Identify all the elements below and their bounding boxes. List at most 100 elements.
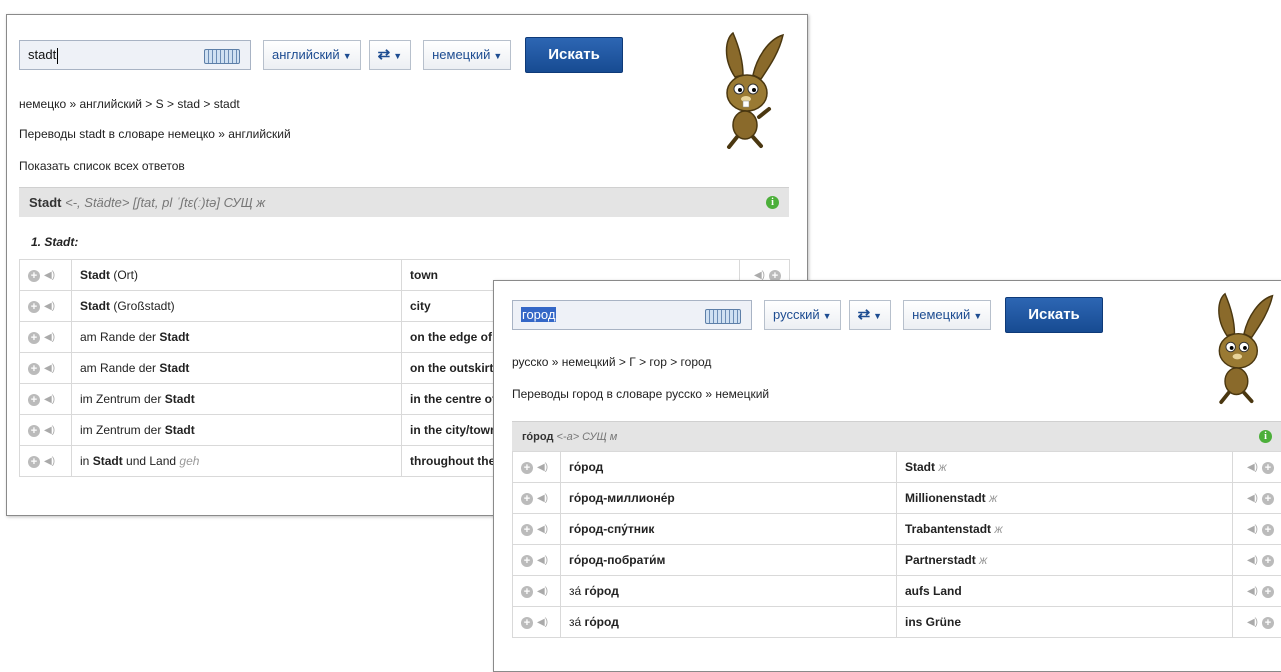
source-phrase[interactable]: Stadt (Großstadt) [72, 291, 402, 322]
swap-arrows-icon: ⇄ [378, 46, 391, 63]
plus-icon[interactable]: + [1262, 617, 1274, 629]
keyboard-icon[interactable] [705, 309, 741, 324]
speaker-icon[interactable]: ◀) [537, 555, 548, 566]
source-headword: го́род [585, 615, 619, 629]
source-phrase[interactable]: за́ го́род [561, 607, 897, 638]
row-actions: + ◀) [513, 576, 561, 607]
target-language-dropdown[interactable]: немецкий▼ [903, 300, 991, 330]
row-actions: + ◀) [20, 353, 72, 384]
keyboard-icon[interactable] [204, 49, 240, 64]
row-actions: + ◀) [20, 415, 72, 446]
source-phrase[interactable]: го́род [561, 452, 897, 483]
plus-icon[interactable]: + [521, 462, 533, 474]
swap-languages-button[interactable]: ⇄▼ [369, 40, 412, 70]
plus-icon[interactable]: + [28, 456, 40, 468]
speaker-icon[interactable]: ◀) [537, 586, 548, 597]
source-suffix: (Ort) [110, 268, 138, 282]
speaker-icon[interactable]: ◀) [1247, 617, 1258, 628]
speaker-icon[interactable]: ◀) [1247, 462, 1258, 473]
plus-icon[interactable]: + [1262, 555, 1274, 567]
entry-headword: Stadt [29, 195, 62, 210]
breadcrumb[interactable]: немецко » английский > S > stad > stadt [19, 97, 240, 111]
source-language-dropdown[interactable]: русский▼ [764, 300, 841, 330]
source-phrase[interactable]: in Stadt und Land geh [72, 446, 402, 477]
gender-label: ж [976, 553, 988, 567]
swap-languages-button[interactable]: ⇄▼ [849, 300, 892, 330]
search-button[interactable]: Искать [525, 37, 623, 73]
target-phrase[interactable]: Millionenstadt ж [897, 483, 1233, 514]
search-input-value[interactable]: город [521, 307, 556, 322]
plus-icon[interactable]: + [521, 586, 533, 598]
plus-icon[interactable]: + [28, 301, 40, 313]
register-label: geh [176, 454, 199, 468]
source-headword: Stadt [165, 392, 195, 406]
speaker-icon[interactable]: ◀) [44, 332, 55, 343]
target-phrase[interactable]: ins Grüne [897, 607, 1233, 638]
target-phrase[interactable]: Partnerstadt ж [897, 545, 1233, 576]
plus-icon[interactable]: + [521, 524, 533, 536]
speaker-icon[interactable]: ◀) [537, 617, 548, 628]
translations-heading: Переводы город в словаре русско » немецк… [512, 387, 769, 401]
speaker-icon[interactable]: ◀) [44, 425, 55, 436]
plus-icon[interactable]: + [1262, 462, 1274, 474]
source-headword: Stadt [93, 454, 123, 468]
speaker-icon[interactable]: ◀) [1247, 586, 1258, 597]
speaker-icon[interactable]: ◀) [537, 524, 548, 535]
source-prefix: im Zentrum der [80, 423, 165, 437]
info-icon[interactable]: i [1259, 430, 1272, 443]
source-phrase[interactable]: am Rande der Stadt [72, 322, 402, 353]
speaker-icon[interactable]: ◀) [1247, 524, 1258, 535]
plus-icon[interactable]: + [28, 394, 40, 406]
target-word: aufs Land [905, 584, 962, 598]
plus-icon[interactable]: + [521, 617, 533, 629]
target-language-dropdown[interactable]: немецкий▼ [423, 40, 511, 70]
target-phrase[interactable]: aufs Land [897, 576, 1233, 607]
plus-icon[interactable]: + [28, 363, 40, 375]
speaker-icon[interactable]: ◀) [44, 270, 55, 281]
source-phrase[interactable]: го́род-спу́тник [561, 514, 897, 545]
speaker-icon[interactable]: ◀) [1247, 555, 1258, 566]
breadcrumb[interactable]: русско » немецкий > Г > гор > город [512, 355, 711, 369]
source-phrase[interactable]: го́род-побрати́м [561, 545, 897, 576]
source-phrase[interactable]: im Zentrum der Stadt [72, 384, 402, 415]
speaker-icon[interactable]: ◀) [537, 493, 548, 504]
plus-icon[interactable]: + [28, 425, 40, 437]
source-phrase[interactable]: im Zentrum der Stadt [72, 415, 402, 446]
info-icon[interactable]: i [766, 196, 779, 209]
target-phrase[interactable]: Trabantenstadt ж [897, 514, 1233, 545]
source-language-dropdown[interactable]: английский▼ [263, 40, 361, 70]
speaker-icon[interactable]: ◀) [1247, 493, 1258, 504]
target-phrase[interactable]: Stadt ж [897, 452, 1233, 483]
speaker-icon[interactable]: ◀) [44, 363, 55, 374]
plus-icon[interactable]: + [28, 332, 40, 344]
plus-icon[interactable]: + [1262, 493, 1274, 505]
search-input[interactable]: город [512, 300, 752, 330]
text-caret [57, 48, 58, 64]
source-phrase[interactable]: Stadt (Ort) [72, 260, 402, 291]
target-language-label: немецкий [432, 47, 490, 62]
speaker-icon[interactable]: ◀) [44, 301, 55, 312]
row-actions: + ◀) [513, 514, 561, 545]
source-phrase[interactable]: am Rande der Stadt [72, 353, 402, 384]
table-row: + ◀) го́род-миллионе́рMillionenstadt ж ◀) + [513, 483, 1281, 514]
chevron-down-icon: ▼ [873, 311, 882, 321]
search-input[interactable]: stadt [19, 40, 251, 70]
source-phrase[interactable]: го́род-миллионе́р [561, 483, 897, 514]
speaker-icon[interactable]: ◀) [44, 456, 55, 467]
plus-icon[interactable]: + [1262, 524, 1274, 536]
source-language-label: английский [272, 47, 340, 62]
speaker-icon[interactable]: ◀) [537, 462, 548, 473]
speaker-icon[interactable]: ◀) [44, 394, 55, 405]
entry-grammar: <-а> СУЩ м [557, 431, 618, 443]
show-all-results-link[interactable]: Показать список всех ответов [19, 159, 185, 173]
search-button[interactable]: Искать [1005, 297, 1103, 333]
plus-icon[interactable]: + [1262, 586, 1274, 598]
plus-icon[interactable]: + [28, 270, 40, 282]
row-actions: + ◀) [20, 260, 72, 291]
plus-icon[interactable]: + [521, 493, 533, 505]
source-prefix: am Rande der [80, 330, 159, 344]
source-phrase[interactable]: за́ го́род [561, 576, 897, 607]
search-input-value[interactable]: stadt [28, 47, 56, 62]
row-actions: + ◀) [20, 291, 72, 322]
plus-icon[interactable]: + [521, 555, 533, 567]
